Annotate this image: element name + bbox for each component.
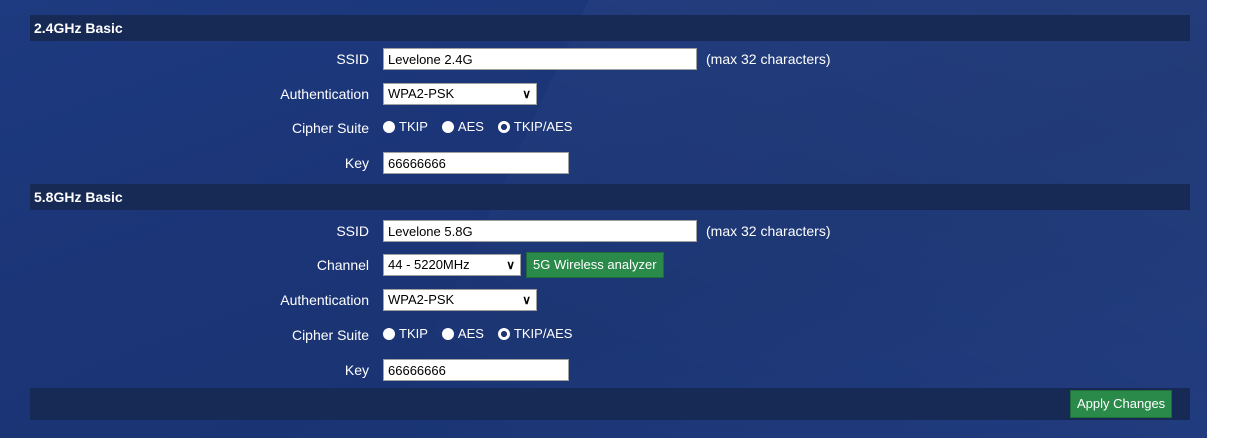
radio-unchecked-icon bbox=[383, 120, 395, 133]
auth-select-24ghz[interactable]: WPA2-PSK ∨ bbox=[383, 83, 537, 105]
row-ssid-58ghz: SSID (max 32 characters) bbox=[30, 220, 1190, 244]
radio-label: TKIP bbox=[399, 326, 428, 341]
key-input-24ghz[interactable] bbox=[383, 152, 569, 174]
row-ssid-24ghz: SSID (max 32 characters) bbox=[30, 48, 1190, 72]
chevron-down-icon: ∨ bbox=[522, 293, 531, 307]
auth-select-value-24ghz: WPA2-PSK bbox=[388, 86, 455, 101]
section-header-24ghz: 2.4GHz Basic bbox=[30, 15, 1190, 41]
key-label-58ghz: Key bbox=[344, 362, 369, 378]
cipher-label-24ghz: Cipher Suite bbox=[291, 120, 369, 136]
radio-label: TKIP bbox=[399, 119, 428, 134]
channel-label-58ghz: Channel bbox=[316, 257, 369, 273]
cipher-radio-tkipaes-58ghz[interactable]: TKIP/AES bbox=[497, 326, 573, 341]
apply-changes-button[interactable]: Apply Changes bbox=[1070, 390, 1173, 418]
cipher-radio-group-24ghz: TKIP AES TKIP/AES bbox=[383, 119, 586, 134]
row-key-58ghz: Key bbox=[30, 359, 1190, 383]
ssid-label-58ghz: SSID bbox=[336, 223, 369, 239]
radio-checked-icon bbox=[497, 327, 510, 340]
channel-select-58ghz[interactable]: 44 - 5220MHz ∨ bbox=[383, 254, 521, 276]
key-label-24ghz: Key bbox=[344, 155, 369, 171]
radio-checked-icon bbox=[497, 120, 510, 133]
chevron-down-icon: ∨ bbox=[506, 258, 515, 272]
row-channel-58ghz: Channel 44 - 5220MHz ∨ 5G Wireless analy… bbox=[30, 252, 1190, 278]
wireless-analyzer-button[interactable]: 5G Wireless analyzer bbox=[526, 252, 664, 278]
row-key-24ghz: Key bbox=[30, 152, 1190, 176]
auth-select-58ghz[interactable]: WPA2-PSK ∨ bbox=[383, 289, 537, 311]
radio-label: AES bbox=[457, 326, 484, 341]
section-header-58ghz: 5.8GHz Basic bbox=[30, 184, 1190, 210]
cipher-label-58ghz: Cipher Suite bbox=[291, 327, 369, 343]
action-bar bbox=[30, 388, 1190, 420]
ssid-label-24ghz: SSID bbox=[336, 51, 369, 67]
radio-label: TKIP/AES bbox=[513, 326, 573, 341]
ssid-hint-24ghz: (max 32 characters) bbox=[706, 51, 831, 67]
radio-unchecked-icon bbox=[441, 120, 454, 133]
cipher-radio-tkipaes-24ghz[interactable]: TKIP/AES bbox=[497, 119, 573, 134]
radio-unchecked-icon bbox=[441, 327, 454, 340]
cipher-radio-tkip-58ghz[interactable]: TKIP bbox=[383, 326, 428, 341]
row-cipher-24ghz: Cipher Suite TKIP AES TKIP/AES bbox=[30, 117, 1190, 141]
cipher-radio-aes-24ghz[interactable]: AES bbox=[441, 119, 484, 134]
key-input-58ghz[interactable] bbox=[383, 359, 569, 381]
radio-unchecked-icon bbox=[383, 327, 395, 340]
auth-label-58ghz: Authentication bbox=[280, 292, 369, 308]
radio-label: AES bbox=[457, 119, 484, 134]
auth-label-24ghz: Authentication bbox=[280, 86, 369, 102]
ssid-input-24ghz[interactable] bbox=[383, 48, 697, 70]
cipher-radio-group-58ghz: TKIP AES TKIP/AES bbox=[383, 326, 586, 341]
ssid-hint-58ghz: (max 32 characters) bbox=[706, 223, 831, 239]
wireless-settings-panel: 2.4GHz Basic SSID (max 32 characters) Au… bbox=[0, 0, 1207, 438]
row-auth-24ghz: Authentication WPA2-PSK ∨ bbox=[30, 83, 1190, 107]
radio-label: TKIP/AES bbox=[513, 119, 573, 134]
auth-select-value-58ghz: WPA2-PSK bbox=[388, 292, 455, 307]
channel-select-value-58ghz: 44 - 5220MHz bbox=[388, 257, 470, 272]
row-cipher-58ghz: Cipher Suite TKIP AES TKIP/AES bbox=[30, 324, 1190, 348]
cipher-radio-aes-58ghz[interactable]: AES bbox=[441, 326, 484, 341]
chevron-down-icon: ∨ bbox=[522, 87, 531, 101]
ssid-input-58ghz[interactable] bbox=[383, 220, 697, 242]
cipher-radio-tkip-24ghz[interactable]: TKIP bbox=[383, 119, 428, 134]
row-auth-58ghz: Authentication WPA2-PSK ∨ bbox=[30, 289, 1190, 313]
